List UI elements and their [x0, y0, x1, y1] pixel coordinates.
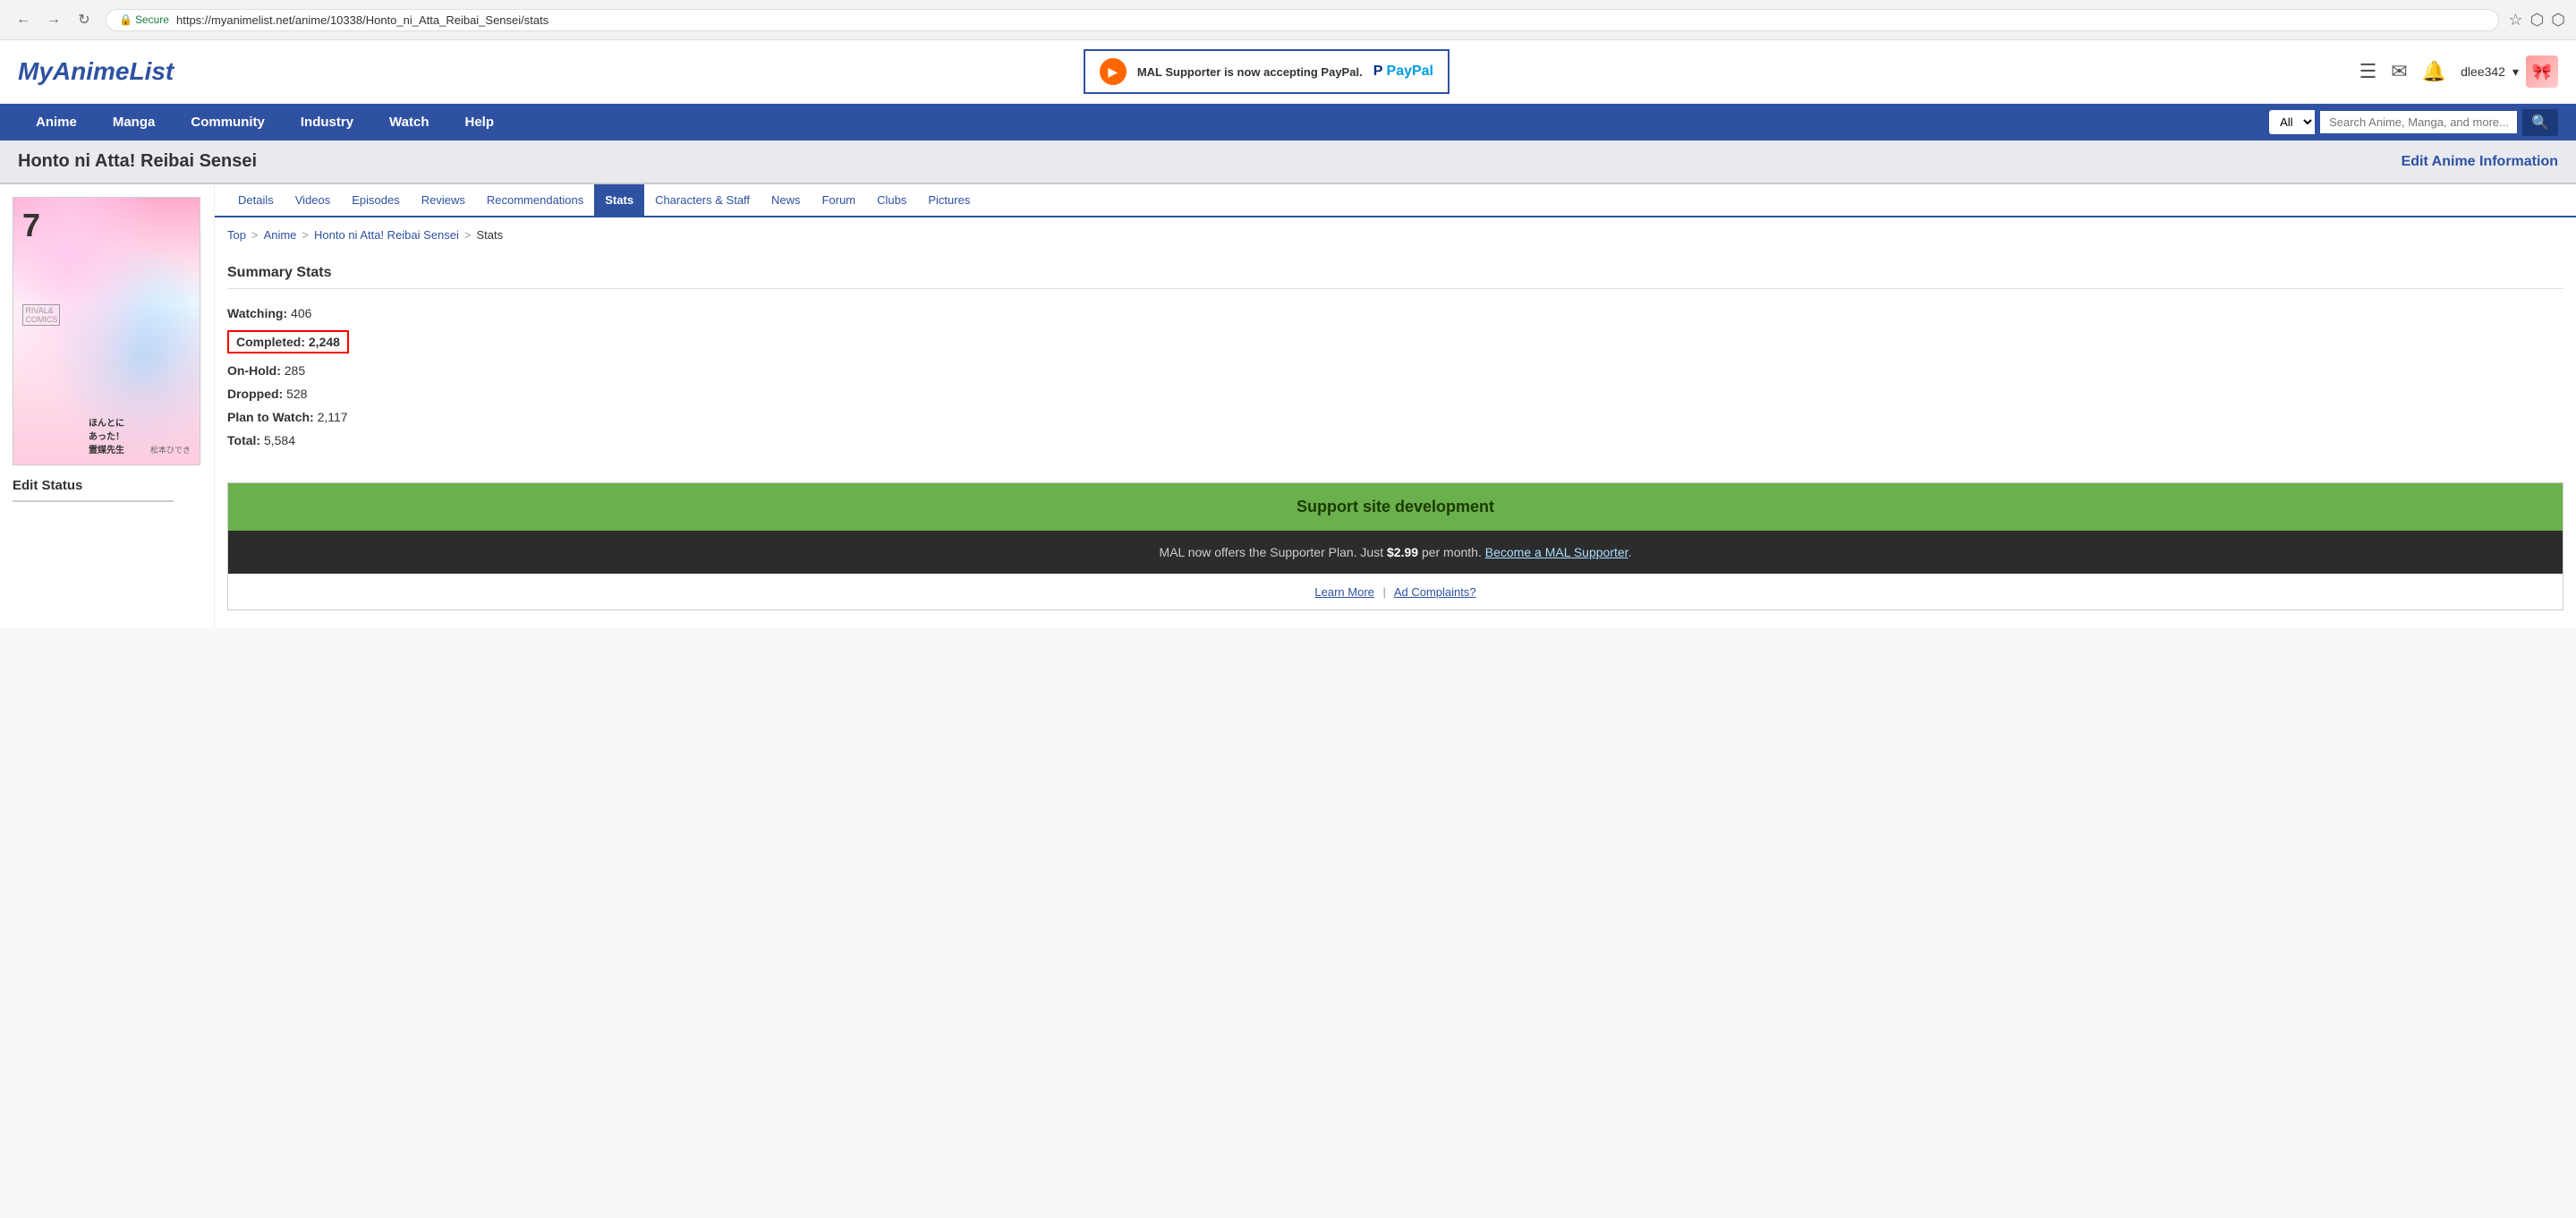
avatar: 🎀: [2526, 55, 2558, 88]
main-content: Details Videos Episodes Reviews Recommen…: [215, 184, 2576, 628]
bell-icon[interactable]: 🔔: [2422, 60, 2446, 83]
footer-divider: |: [1383, 585, 1386, 599]
tab-details[interactable]: Details: [227, 184, 285, 216]
tab-news[interactable]: News: [761, 184, 812, 216]
breadcrumb: Top > Anime > Honto ni Atta! Reibai Sens…: [215, 217, 2576, 252]
nav-item-manga[interactable]: Manga: [95, 104, 174, 141]
stats-content: Summary Stats Watching: 406 Completed: 2…: [215, 252, 2576, 464]
username: dlee342: [2461, 64, 2505, 79]
avatar-image: 🎀: [2526, 55, 2558, 88]
cast-button[interactable]: ⬡: [2530, 11, 2545, 30]
support-price: $2.99: [1387, 545, 1418, 559]
user-menu[interactable]: dlee342 ▾ 🎀: [2461, 55, 2558, 88]
tab-clubs[interactable]: Clubs: [866, 184, 917, 216]
cover-art: 7 ほんとにあった！霊媒先生 松本ひでき RIVAL&COMICS: [13, 198, 200, 464]
stat-total: Total: 5,584: [227, 429, 2563, 452]
edit-anime-link[interactable]: Edit Anime Information: [2402, 154, 2558, 170]
page-title: Honto ni Atta! Reibai Sensei: [18, 151, 257, 172]
support-banner-bottom: MAL now offers the Supporter Plan. Just …: [228, 531, 2563, 574]
mal-header: MyAnimeList ▶ MAL Supporter is now accep…: [0, 40, 2576, 104]
dropdown-arrow-icon: ▾: [2512, 64, 2519, 80]
menu-icon[interactable]: ☰: [2359, 60, 2377, 83]
breadcrumb-current: Stats: [477, 228, 504, 242]
nav-item-help[interactable]: Help: [447, 104, 513, 141]
address-bar[interactable]: 🔒 Secure https://myanimelist.net/anime/1…: [106, 9, 2499, 31]
search-button[interactable]: 🔍: [2522, 109, 2558, 136]
learn-more-link[interactable]: Learn More: [1314, 585, 1373, 599]
cover-publisher: RIVAL&COMICS: [22, 304, 60, 326]
cover-image: 7 ほんとにあった！霊媒先生 松本ひでき RIVAL&COMICS: [13, 197, 200, 465]
support-banner-top: Support site development: [228, 483, 2563, 531]
tab-videos[interactable]: Videos: [285, 184, 342, 216]
tab-characters-staff[interactable]: Characters & Staff: [644, 184, 761, 216]
stats-title: Summary Stats: [227, 265, 2563, 289]
forward-button[interactable]: →: [41, 7, 66, 32]
paypal-logo: P PayPal: [1373, 64, 1433, 80]
support-banner: Support site development MAL now offers …: [227, 482, 2563, 610]
banner-text: MAL Supporter is now accepting PayPal.: [1137, 65, 1363, 79]
nav-item-industry[interactable]: Industry: [283, 104, 371, 141]
secure-badge: 🔒 Secure: [119, 13, 169, 26]
stat-onhold: On-Hold: 285: [227, 359, 2563, 382]
ad-complaints-link[interactable]: Ad Complaints?: [1394, 585, 1476, 599]
header-right: ☰ ✉ 🔔 dlee342 ▾ 🎀: [2359, 55, 2558, 88]
stat-watching: Watching: 406: [227, 302, 2563, 325]
become-supporter-link[interactable]: Become a MAL Supporter: [1485, 545, 1628, 559]
stat-completed: Completed: 2,248: [227, 330, 349, 353]
tab-recommendations[interactable]: Recommendations: [476, 184, 594, 216]
stat-dropped: Dropped: 528: [227, 382, 2563, 405]
cover-manga-text: ほんとにあった！霊媒先生: [89, 415, 124, 456]
support-footer: Learn More | Ad Complaints?: [228, 574, 2563, 609]
stat-completed-wrapper: Completed: 2,248: [227, 328, 2563, 355]
page-title-bar: Honto ni Atta! Reibai Sensei Edit Anime …: [0, 141, 2576, 184]
tab-forum[interactable]: Forum: [812, 184, 867, 216]
bookmark-button[interactable]: ☆: [2508, 11, 2522, 30]
edit-status-label: Edit Status: [13, 478, 201, 493]
reload-button[interactable]: ↻: [72, 7, 97, 32]
search-input[interactable]: [2320, 111, 2517, 133]
breadcrumb-top[interactable]: Top: [227, 228, 246, 242]
cover-number: 7: [22, 207, 40, 244]
paypal-banner[interactable]: ▶ MAL Supporter is now accepting PayPal.…: [1084, 49, 1450, 94]
nav-bar: Anime Manga Community Industry Watch Hel…: [0, 104, 2576, 141]
breadcrumb-anime[interactable]: Anime: [264, 228, 297, 242]
tab-episodes[interactable]: Episodes: [341, 184, 410, 216]
stat-plan-to-watch: Plan to Watch: 2,117: [227, 405, 2563, 429]
nav-item-watch[interactable]: Watch: [371, 104, 446, 141]
nav-item-anime[interactable]: Anime: [18, 104, 95, 141]
url-text: https://myanimelist.net/anime/10338/Hont…: [176, 13, 2486, 27]
nav-item-community[interactable]: Community: [173, 104, 283, 141]
tab-reviews[interactable]: Reviews: [411, 184, 476, 216]
breadcrumb-sep-2: >: [302, 228, 309, 242]
browser-nav-buttons: ← → ↻: [11, 7, 97, 32]
nav-search: All 🔍: [2269, 109, 2558, 136]
search-type-select[interactable]: All: [2269, 110, 2315, 134]
tab-pictures[interactable]: Pictures: [917, 184, 981, 216]
tab-stats[interactable]: Stats: [594, 184, 644, 216]
browser-actions: ☆ ⬡ ⬡: [2508, 11, 2565, 30]
support-description: MAL now offers the Supporter Plan. Just …: [1160, 545, 1632, 559]
play-icon: ▶: [1100, 58, 1126, 85]
content-area: 7 ほんとにあった！霊媒先生 松本ひでき RIVAL&COMICS Edit S…: [0, 184, 2576, 628]
tabs: Details Videos Episodes Reviews Recommen…: [215, 184, 2576, 217]
breadcrumb-series[interactable]: Honto ni Atta! Reibai Sensei: [314, 228, 459, 242]
breadcrumb-sep-3: >: [464, 228, 472, 242]
edit-status-divider: [13, 500, 174, 502]
mal-logo[interactable]: MyAnimeList: [18, 57, 174, 86]
mail-icon[interactable]: ✉: [2391, 60, 2407, 83]
extensions-button[interactable]: ⬡: [2551, 11, 2565, 30]
support-title: Support site development: [1297, 498, 1494, 515]
browser-chrome: ← → ↻ 🔒 Secure https://myanimelist.net/a…: [0, 0, 2576, 40]
left-sidebar: 7 ほんとにあった！霊媒先生 松本ひでき RIVAL&COMICS Edit S…: [0, 184, 215, 628]
back-button[interactable]: ←: [11, 7, 36, 32]
breadcrumb-sep-1: >: [251, 228, 259, 242]
cover-author: 松本ひでき: [150, 444, 191, 456]
